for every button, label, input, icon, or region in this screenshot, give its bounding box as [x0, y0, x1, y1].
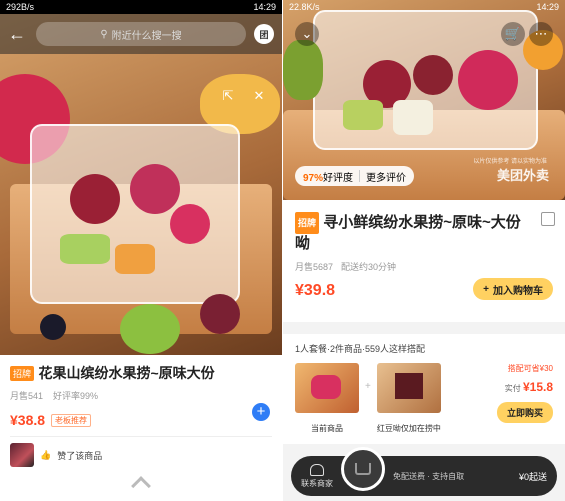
shopping-bag-icon [355, 463, 371, 475]
actual-label: 实付 [504, 384, 521, 393]
share-icon[interactable]: ⇱ [216, 84, 240, 108]
more-reviews[interactable]: 更多评价 [366, 169, 406, 184]
top-bar: ← ⚲ 附近什么搜一搜 团 [0, 14, 282, 54]
signature-tag: 招牌 [10, 365, 35, 381]
combo-section: 1人套餐·2件商品·559人这样搭配 当前商品 + 红豆呦仅加在捞中 搭配可省¥… [283, 334, 565, 444]
left-screen: 292B/s 14:29 ← ⚲ 附近什么搜一搜 团 ⇱ ✕ 招牌 花果山缤纷水… [0, 0, 282, 501]
signature-tag: 招牌 [295, 212, 320, 234]
network-speed: 292B/s [6, 2, 35, 12]
rating-pill[interactable]: 97%好评度 更多评价 [295, 166, 415, 186]
monthly-sales: 月售541 [10, 391, 44, 401]
headset-icon [310, 463, 324, 476]
plus-icon: + [483, 283, 489, 295]
add-to-cart-button[interactable]: + 加入购物车 [473, 278, 553, 300]
delivery-note: 免配送费 · 支持自取 [393, 471, 465, 481]
store-icon[interactable]: 团 [254, 24, 274, 44]
combo-item[interactable]: 红豆呦仅加在捞中 [376, 363, 441, 434]
right-screen: 22.8K/s 14:29 ⌄ 🛒 ⋯ 97%好评度 更多评价 以片仅供参考 请… [283, 0, 565, 501]
search-placeholder: 附近什么搜一搜 [111, 30, 182, 42]
buy-now-button[interactable]: 立即购买 [496, 402, 553, 423]
monthly-sales: 月售5687 [295, 262, 334, 272]
close-icon[interactable]: ✕ [247, 84, 271, 108]
checkout-bar: 联系商家 免配送费 · 支持自取 ¥0起送 [291, 447, 557, 496]
delivery-time: 配送约30分钟 [341, 262, 397, 272]
plus-icon: + [365, 381, 371, 392]
chevron-down-icon[interactable]: ⌄ [295, 22, 319, 46]
more-icon[interactable]: ⋯ [529, 22, 553, 46]
avatar[interactable] [10, 443, 34, 467]
chevron-up-icon[interactable] [131, 476, 151, 496]
shopping-cart-button[interactable] [341, 447, 385, 491]
thumbs-up-icon: 👍 [40, 449, 52, 460]
share-icon[interactable] [541, 212, 555, 226]
status-bar: 22.8K/s 14:29 [283, 0, 565, 14]
rating-label: 好评度 [323, 172, 354, 184]
min-order: ¥0起送 [518, 471, 547, 482]
search-input[interactable]: ⚲ 附近什么搜一搜 [36, 22, 246, 46]
add-to-cart-button[interactable]: + [252, 403, 270, 421]
rating-score: 97% [303, 172, 324, 184]
contact-label: 联系商家 [301, 478, 333, 488]
combo-item[interactable]: 当前商品 [295, 363, 359, 434]
combo-item-name: 当前商品 [311, 424, 343, 433]
product-title: 寻小鲜缤纷水果捞~原味~大份呦 [295, 213, 521, 252]
product-price: ¥38.8 [10, 412, 46, 428]
actual-price: ¥15.8 [522, 380, 553, 394]
combo-item-name: 红豆呦仅加在捞中 [376, 424, 441, 433]
clock: 14:29 [253, 2, 276, 12]
like-row: 👍 赞了该商品 [10, 436, 272, 467]
photo-disclaimer: 以片仅供参考 请以实物为准 [473, 159, 547, 165]
add-to-cart-label: 加入购物车 [493, 285, 543, 297]
like-text: 赞了该商品 [57, 450, 103, 461]
network-speed: 22.8K/s [289, 2, 320, 12]
product-photo [0, 14, 282, 355]
status-bar: 292B/s 14:29 [0, 0, 282, 14]
contact-merchant-button[interactable]: 联系商家 [301, 463, 333, 489]
product-info: 招牌 花果山缤纷水果捞~原味大份 月售541 好评率99% ¥38.8 老板推荐… [0, 355, 282, 436]
combo-title: 1人套餐·2件商品·559人这样搭配 [295, 344, 426, 354]
clock: 14:29 [536, 2, 559, 12]
product-price: ¥39.8 [295, 282, 336, 299]
combo-saving: 搭配可省¥30 [507, 364, 553, 373]
rating-rate: 好评率99% [53, 391, 99, 401]
search-icon: ⚲ [100, 28, 108, 40]
back-arrow-icon[interactable]: ← [8, 24, 28, 45]
recommend-badge: 老板推荐 [51, 413, 92, 427]
watermark-logo: 美团外卖 [496, 168, 549, 183]
product-title: 花果山缤纷水果捞~原味大份 [38, 365, 215, 381]
product-info: 招牌 寻小鲜缤纷水果捞~原味~大份呦 月售5687 配送约30分钟 ¥39.8 … [283, 200, 565, 322]
cart-icon[interactable]: 🛒 [501, 22, 525, 46]
